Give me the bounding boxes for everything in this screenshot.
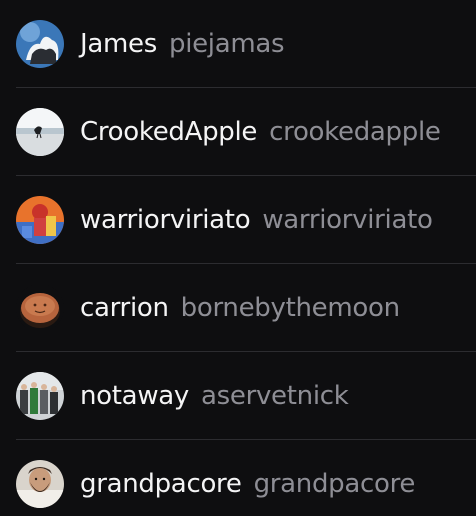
display-name: CrookedApple (80, 117, 258, 147)
username-handle: bornebythemoon (180, 293, 400, 323)
username-handle: crookedapple (269, 117, 441, 147)
user-list: James piejamas CrookedApple crookedapple (0, 0, 476, 516)
cookie-face-avatar[interactable] (16, 284, 64, 332)
bird-on-beach-avatar[interactable] (16, 108, 64, 156)
display-name: James (80, 29, 157, 59)
illustrated-warrior-avatar[interactable] (16, 196, 64, 244)
user-row[interactable]: notaway aservetnick (0, 352, 476, 440)
username-handle: grandpacore (253, 469, 416, 499)
street-group-avatar[interactable] (16, 372, 64, 420)
storm-cloud-avatar[interactable] (16, 20, 64, 68)
bearded-man-avatar[interactable] (16, 460, 64, 508)
display-name: notaway (80, 381, 189, 411)
user-row[interactable]: carrion bornebythemoon (0, 264, 476, 352)
display-name: warriorviriato (80, 205, 251, 235)
user-row[interactable]: warriorviriato warriorviriato (0, 176, 476, 264)
username-handle: aservetnick (201, 381, 349, 411)
user-row[interactable]: CrookedApple crookedapple (0, 88, 476, 176)
username-handle: warriorviriato (262, 205, 433, 235)
username-handle: piejamas (168, 29, 285, 59)
display-name: carrion (80, 293, 169, 323)
user-row[interactable]: James piejamas (0, 0, 476, 88)
display-name: grandpacore (80, 469, 242, 499)
user-row[interactable]: grandpacore grandpacore (0, 440, 476, 516)
